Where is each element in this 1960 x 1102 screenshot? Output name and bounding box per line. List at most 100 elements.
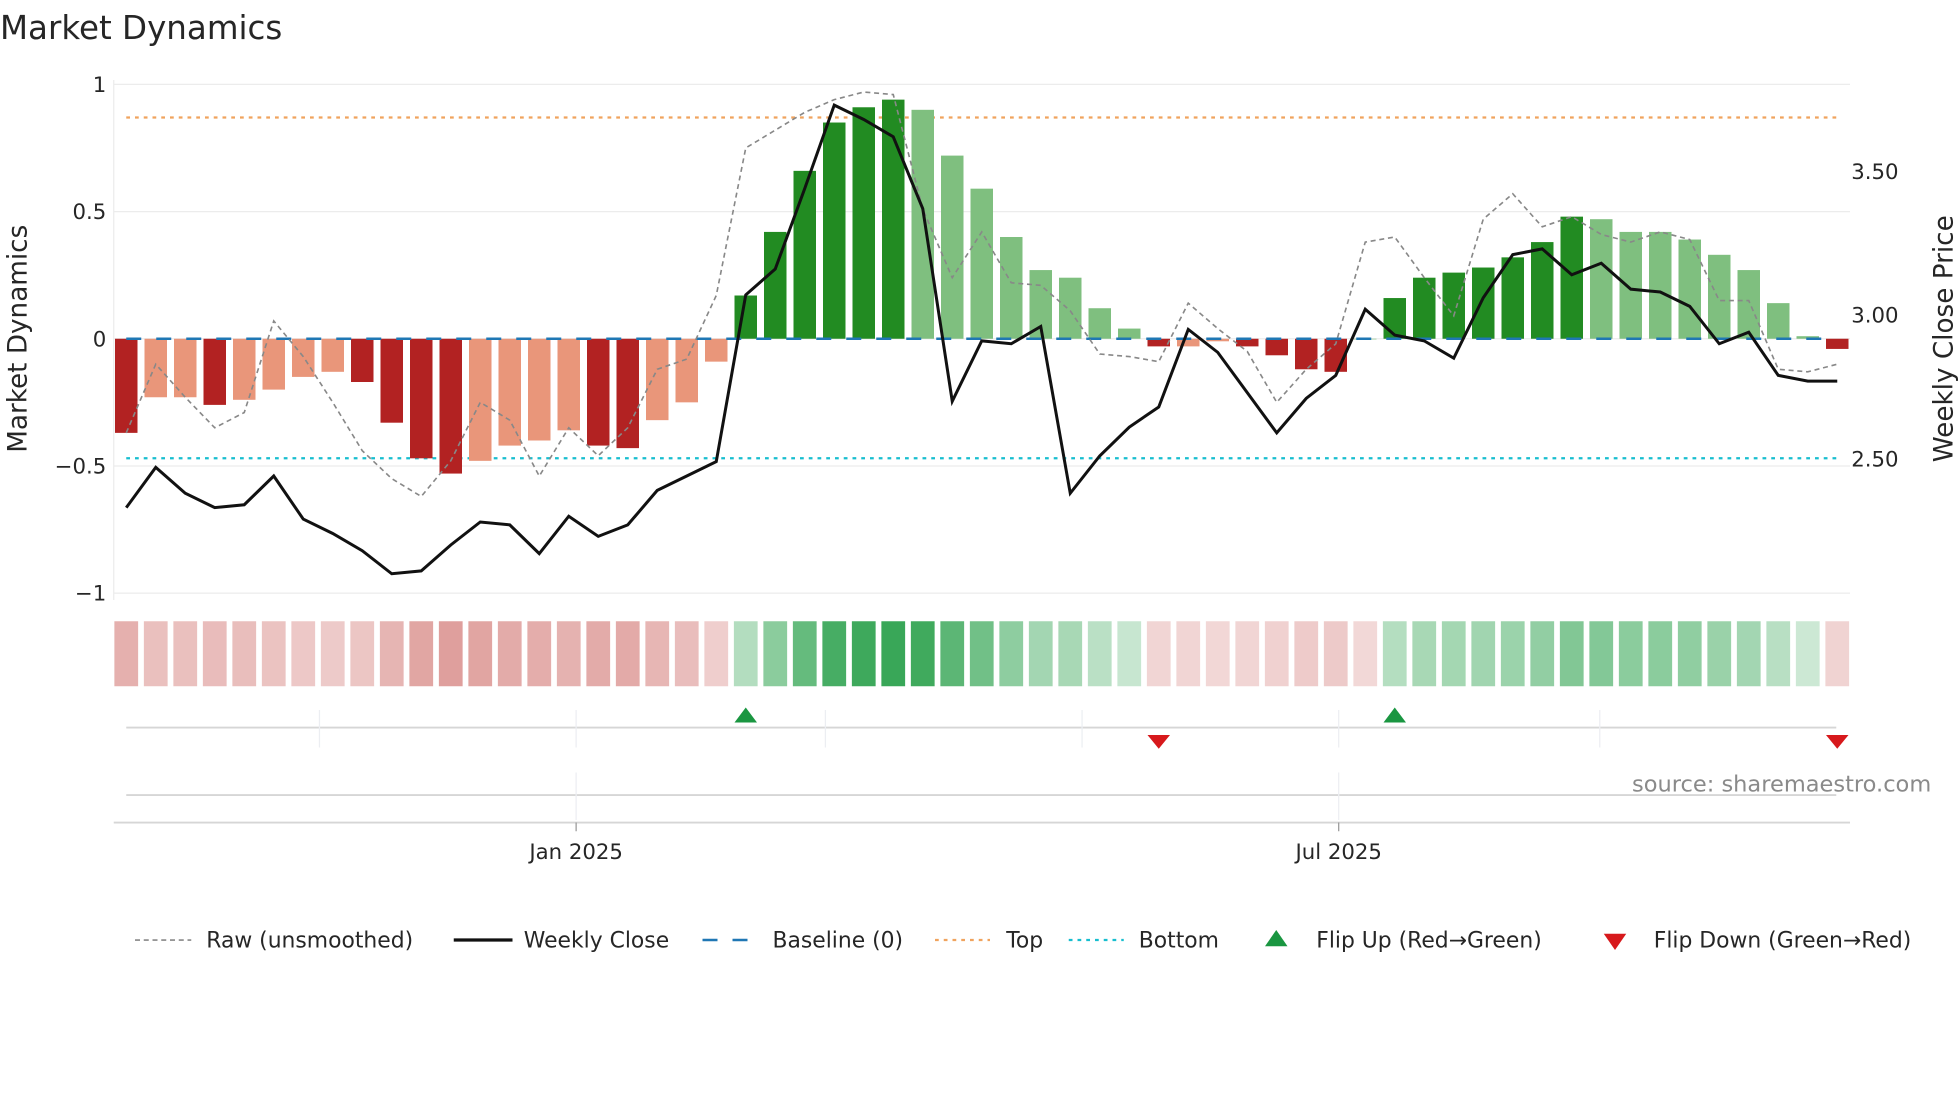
heat-cell [822,621,847,687]
heat-cell [674,621,699,687]
legend-flip-up-icon [1265,930,1288,947]
heat-cell [1412,621,1437,687]
bar [793,170,816,339]
bar [115,338,138,433]
heat-cell [969,621,994,687]
heat-cell [173,621,198,687]
bar [675,338,698,403]
bar [1737,270,1760,339]
heat-cell [1028,621,1053,687]
bar [1059,277,1082,339]
bar [1708,254,1731,339]
y-tick-label-left: −1 [75,582,106,607]
flip-up-marker [734,707,757,723]
legend-close-label: Weekly Close [524,929,669,954]
bar [321,338,344,372]
heat-cell [999,621,1024,687]
heat-cell [1323,621,1348,687]
bar [410,338,433,459]
y-axis-label-right: Weekly Close Price [1930,215,1960,462]
bar [233,338,256,400]
bar [1560,216,1583,339]
heat-cell [468,621,493,687]
bar [970,188,993,339]
heat-cell [1471,621,1496,687]
heat-cell [1648,621,1673,687]
legend-bottom-label: Bottom [1139,929,1219,954]
heat-cell [615,621,640,687]
bar [1501,257,1524,339]
heat-cell [645,621,670,687]
bar [823,122,846,339]
bar [1118,328,1141,339]
bar [646,338,669,421]
bar [1000,237,1023,339]
bar [498,338,521,446]
bar [380,338,403,423]
bar [144,338,167,398]
flip-down-marker [1826,735,1849,749]
heat-cell [1146,621,1171,687]
bar [292,338,315,377]
heat-cell [1294,621,1319,687]
bar [469,338,492,461]
heat-cell [704,621,729,687]
y-tick-label-right: 2.50 [1851,447,1898,472]
heat-cell [1235,621,1260,687]
heat-cell [792,621,817,687]
heat-cell [1058,621,1083,687]
heat-cell [1618,621,1643,687]
bar [587,338,610,446]
heat-cell [1589,621,1614,687]
bar [705,338,728,362]
heat-cell [438,621,463,687]
heat-cell [851,621,876,687]
heat-cell [143,621,168,687]
bar [1265,338,1288,356]
heat-cell [1382,621,1407,687]
heat-cell [1559,621,1584,687]
legend-flip-down-icon [1603,933,1627,950]
legend: Raw (unsmoothed) Weekly Close Baseline (0)… [135,929,1911,954]
heat-cell [881,621,906,687]
bar [911,109,934,339]
heat-cell [409,621,434,687]
legend-baseline-label: Baseline (0) [773,929,904,954]
heat-cell [1500,621,1525,687]
bar [1767,303,1790,339]
heat-cell [1825,621,1850,687]
heat-cell [1264,621,1289,687]
chart-title: Market Dynamics [0,9,282,47]
heat-cell [202,621,227,687]
bar [557,338,580,431]
heat-cell [261,621,286,687]
heat-cell [763,621,788,687]
heat-cell [1176,621,1201,687]
heat-cell [350,621,375,687]
heat-cell [1736,621,1761,687]
y-tick-label-left: 1 [93,73,107,98]
bar [203,338,226,405]
flip-up-marker [1383,707,1406,723]
heat-cell [1117,621,1142,687]
bar [1295,338,1318,370]
bar [1649,231,1672,339]
bar [1472,267,1495,339]
bar [852,107,875,339]
bar [1826,338,1849,349]
heat-cell [291,621,316,687]
heat-cell [114,621,139,687]
heat-strip [114,621,1850,687]
y-tick-label-right: 3.50 [1851,160,1898,185]
bar [1413,277,1436,339]
heat-cell [1353,621,1378,687]
y-tick-label-right: 3.00 [1851,304,1898,329]
y-axis-label-left: Market Dynamics [3,225,33,453]
heat-cell [1707,621,1732,687]
heat-cell [232,621,257,687]
heat-cell [379,621,404,687]
flip-down-marker [1147,735,1170,749]
bar [351,338,374,382]
legend-raw-label: Raw (unsmoothed) [206,929,413,954]
bar [941,155,964,339]
